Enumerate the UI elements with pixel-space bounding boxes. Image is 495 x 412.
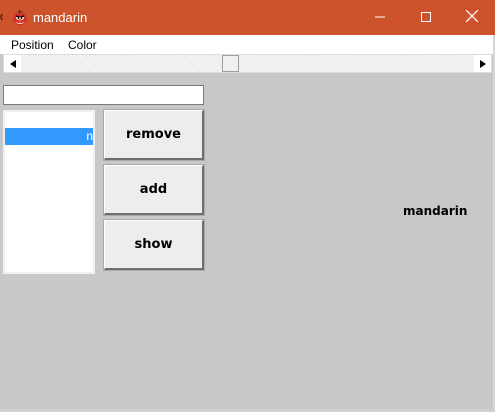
angry-bird-app-icon [12,10,28,26]
scroll-right-button[interactable] [474,55,491,72]
item-listbox[interactable]: n [3,110,95,274]
title-bar-edge-glyph: o [0,11,3,24]
maximize-icon [421,9,431,27]
menu-color[interactable]: Color [68,38,97,52]
display-label: mandarin [403,204,468,218]
close-button[interactable] [449,0,495,35]
minimize-button[interactable] [357,0,403,35]
title-bar[interactable]: o mandarin [0,0,495,35]
scroll-thumb[interactable] [222,55,239,72]
app-window: o mandarin [0,0,495,412]
entry-field[interactable] [3,85,204,105]
maximize-button[interactable] [403,0,449,35]
menu-position[interactable]: Position [11,38,54,52]
triangle-left-icon [9,55,16,73]
add-button[interactable]: add [103,164,205,216]
remove-button[interactable]: remove [103,109,205,161]
menu-bar: Position Color [0,35,495,54]
show-button[interactable]: show [103,219,205,271]
minimize-icon [375,9,385,27]
triangle-right-icon [479,55,486,73]
list-item-selected[interactable]: n [5,128,93,145]
horizontal-scrollbar[interactable] [3,54,492,73]
close-icon [465,9,479,27]
window-title: mandarin [33,10,88,25]
scroll-left-button[interactable] [4,55,21,72]
